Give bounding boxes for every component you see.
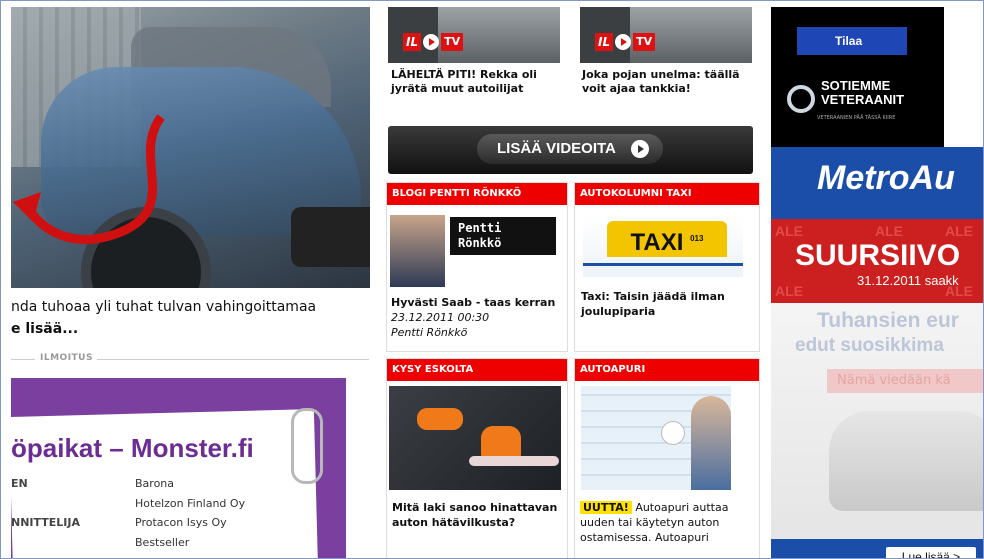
arrow-right-icon [631,140,649,158]
blog-post-teaser[interactable]: Hyvästi Saab - taas kerran 23.12.2011 00… [391,295,563,340]
il-badge: IL [403,33,422,51]
hero-image[interactable] [11,7,370,288]
hero-read-more-link[interactable]: e lisää... [11,321,78,337]
blog-post-title[interactable]: Hyvästi Saab - taas kerran [391,296,555,309]
video-title[interactable]: LÄHELTÄ PITI! Rekka oli jyrätä muut auto… [391,68,561,96]
offer-line2: edut suosikkima [795,335,944,356]
blogger-name-bubble: Pentti Rönkkö [450,217,556,255]
taxi-sign-base [583,263,743,266]
taxi-post-title[interactable]: Taxi: Taisin jäädä ilman joulupiparia [581,289,753,319]
taxi-sign: TAXI 013 [607,221,727,257]
offer-line1: Tuhansien eur [817,309,959,332]
taxi-sign-text: TAXI [630,229,684,256]
taxi-sign-number: 013 [690,234,704,243]
metroauto-banner[interactable]: MetroAu [771,147,983,219]
veterans-subtitle: VETERAANIEN PÄÄ TÄSSÄ KIIRE [817,115,896,121]
esko-photo[interactable] [389,386,561,490]
thought-bubble-graphic [661,421,685,445]
sale-headline: SUURSIIVO [795,239,961,272]
more-videos-label: LISÄÄ VIDEOITA [497,140,616,157]
blog-box-header[interactable]: BLOGI PENTTI RÖNKKÖ [387,183,567,205]
video-thumbnail[interactable]: IL TV [580,7,752,63]
esko-box: KYSY ESKOLTA Mitä laki sanoo hinattavan … [386,358,568,558]
monster-job-category[interactable]: NNITTELIJA [11,516,80,529]
ale-watermark: ALE [945,223,973,239]
bubble-last-name: Rönkkö [458,236,502,250]
autoapuri-teaser[interactable]: UUTTA! Autoapuri auttaa uuden tai käytet… [580,500,750,545]
ale-watermark: ALE [875,223,903,239]
video-thumbnail[interactable]: IL TV [388,7,560,63]
hero-caption[interactable]: nda tuhoaa yli tuhat tulvan vahingoittam… [11,299,316,315]
play-icon [615,34,632,50]
monster-employer[interactable]: Hotelzon Finland Oy [135,497,245,510]
monster-ad-title: öpaikat – Monster.fi [11,433,254,463]
autoapuri-box: AUTOAPURI UUTTA! Autoapuri auttaa uuden … [574,358,760,558]
divider-line [11,359,35,360]
sale-banner[interactable]: ALE ALE ALE ALE ALE SUURSIIVO 31.12.2011… [771,219,983,303]
red-arrow-icon [13,114,165,244]
page-viewport: nda tuhoaa yli tuhat tulvan vahingoittam… [0,0,984,559]
blog-post-author: Pentti Rönkkö [391,326,468,339]
read-more-button[interactable]: Lue lisää > [885,546,977,558]
monster-employer[interactable]: Protacon Isys Oy [135,516,227,529]
play-icon [423,34,440,50]
tow-strap-graphic [469,456,559,466]
subscribe-button[interactable]: Tilaa [797,27,907,55]
autoapuri-box-header[interactable]: AUTOAPURI [575,359,759,381]
video-title[interactable]: Joka pojan unelma: täällä voit ajaa tank… [582,68,757,96]
ad-divider: ILMOITUS [11,353,369,367]
veterans-ad[interactable]: Tilaa SOTIEMME VETERAANIT VETERAANIEN PÄ… [771,7,944,147]
iltv-logo: IL TV [403,33,464,51]
ale-watermark: ALE [775,283,803,299]
esko-post-title[interactable]: Mitä laki sanoo hinattavan auton hätävil… [392,500,562,530]
more-videos-banner[interactable]: LISÄÄ VIDEOITA [388,126,753,174]
taxi-box: AUTOKOLUMNI TAXI TAXI 013 Taxi: Taisin j… [574,182,760,352]
orange-glove-graphic [417,408,463,430]
veterans-emblem-icon [787,85,815,113]
new-badge: UUTTA! [580,501,632,514]
offer-pill: Nämä viedään kä [827,369,983,393]
divider-line [97,359,369,360]
ale-watermark: ALE [775,223,803,239]
esko-box-header[interactable]: KYSY ESKOLTA [387,359,567,381]
tv-badge: TV [633,33,656,51]
metroauto-logo: MetroAu [817,159,955,197]
more-videos-button[interactable]: LISÄÄ VIDEOITA [477,134,663,164]
iltv-logo: IL TV [595,33,656,51]
ad-label: ILMOITUS [40,353,93,363]
autoapuri-image[interactable] [581,386,731,490]
taxi-box-header[interactable]: AUTOKOLUMNI TAXI [575,183,759,205]
thinking-man-graphic [691,396,731,490]
monster-employer[interactable]: Bestseller [135,536,189,549]
taxi-image[interactable]: TAXI 013 [583,215,743,277]
monster-job-category[interactable]: EN [11,477,28,490]
veterans-logo: SOTIEMME VETERAANIT [787,79,904,113]
right-ad-column: Tilaa SOTIEMME VETERAANIT VETERAANIEN PÄ… [771,7,983,558]
il-badge: IL [595,33,614,51]
car-offer-ad[interactable]: Tuhansien eur edut suosikkima Nämä viedä… [771,303,983,558]
blog-post-date: 23.12.2011 00:30 [391,311,490,324]
bubble-first-name: Pentti [458,221,502,235]
car-graphic [829,411,983,511]
monster-employer[interactable]: Barona [135,477,174,490]
sale-date: 31.12.2011 saakk [857,273,959,288]
monster-ad[interactable]: öpaikat – Monster.fi EN Barona Hotelzon … [11,378,346,558]
blogger-photo[interactable] [390,215,445,287]
tv-badge: TV [441,33,464,51]
paperclip-icon [291,408,323,484]
blog-box: BLOGI PENTTI RÖNKKÖ Pentti Rönkkö Hyväst… [386,182,568,352]
